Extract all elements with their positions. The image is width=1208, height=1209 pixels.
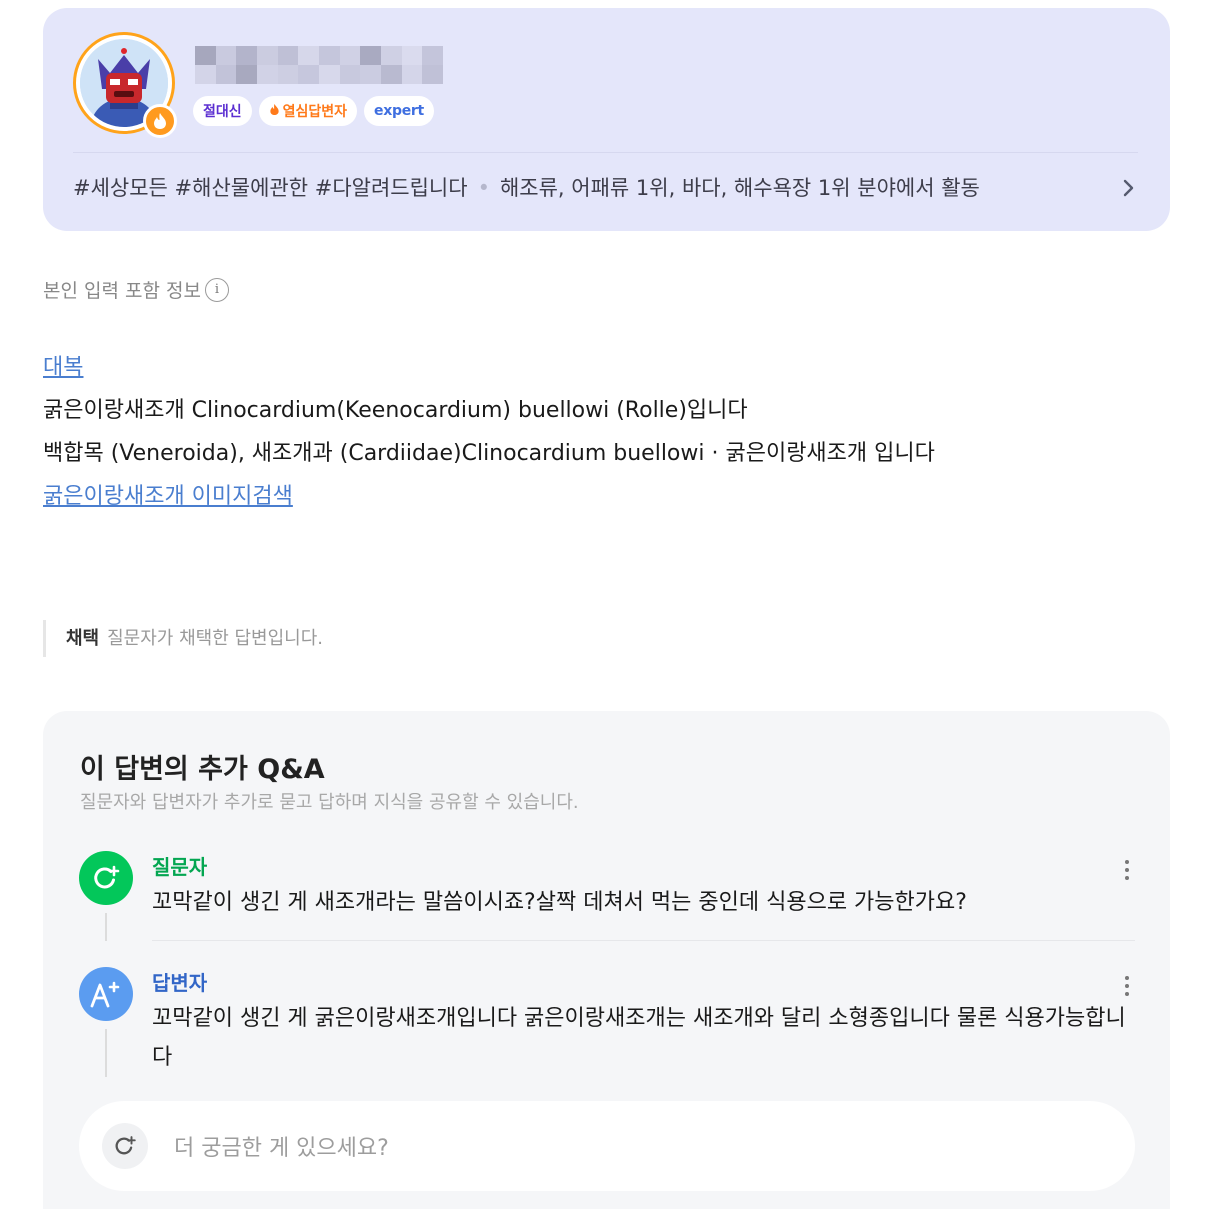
accepted-tag: 채택 <box>66 628 100 649</box>
badge-grade-label: 절대신 <box>203 104 242 120</box>
more-options-icon[interactable] <box>1117 973 1137 999</box>
profile-card[interactable]: 절대신 열심답변자 expert #세상모든 #해산물에관한 #다알려드립니다 •… <box>43 8 1170 231</box>
answer-image-search-link[interactable]: 굵은이랑새조개 이미지검색 <box>43 475 1163 518</box>
accepted-text: 질문자가 채택한 답변입니다. <box>107 628 324 649</box>
username-blurred <box>195 46 443 84</box>
qa-entry-question: 질문자 꼬막같이 생긴 게 새조개라는 말씀이시죠?살짝 데쳐서 먹는 중인데 … <box>79 851 1137 941</box>
profile-avatar[interactable] <box>73 32 177 138</box>
qa-entry-answer: 답변자 꼬막같이 생긴 게 굵은이랑새조개입니다 굵은이랑새조개는 새조개와 달… <box>79 967 1137 1077</box>
thread-line <box>105 913 107 941</box>
answerer-a-plus-icon <box>90 981 120 1008</box>
answerer-avatar <box>79 967 133 1021</box>
info-icon[interactable]: i <box>204 277 229 302</box>
profile-rank: 해조류, 어패류 1위, 바다, 해수욕장 1위 분야에서 활동 <box>499 176 980 200</box>
badge-grade: 절대신 <box>193 96 252 126</box>
answer-body: 대복 굵은이랑새조개 Clinocardium(Keenocardium) bu… <box>43 346 1163 518</box>
flame-badge-icon <box>143 104 177 138</box>
additional-qa-panel: 이 답변의 추가 Q&A 질문자와 답변자가 추가로 묻고 답하며 지식을 공유… <box>43 711 1170 1209</box>
more-options-icon[interactable] <box>1117 857 1137 883</box>
asker-role: 질문자 <box>152 855 208 879</box>
ask-more-input[interactable]: 더 궁금한 게 있으세요? <box>79 1101 1135 1191</box>
qa-entry-divider <box>152 940 1135 941</box>
profile-tags: #세상모든 #해산물에관한 #다알려드립니다 <box>73 176 468 200</box>
asker-c-plus-icon <box>94 865 120 889</box>
badge-expert: expert <box>364 96 434 126</box>
dot-separator: • <box>477 176 490 200</box>
answerer-reply-text: 꼬막같이 생긴 게 굵은이랑새조개입니다 굵은이랑새조개는 새조개와 달리 소형… <box>152 1006 1126 1070</box>
ask-placeholder: 더 궁금한 게 있으세요? <box>174 1136 389 1161</box>
chevron-right-icon[interactable] <box>1116 176 1140 200</box>
accepted-marker: 채택 질문자가 채택한 답변입니다. <box>43 620 323 657</box>
asker-avatar <box>79 851 133 905</box>
text-fade <box>983 173 1053 203</box>
answer-line-1: 굵은이랑새조개 Clinocardium(Keenocardium) buell… <box>43 398 748 423</box>
answerer-role: 답변자 <box>152 971 208 995</box>
badge-expert-label: expert <box>374 103 424 119</box>
ask-c-plus-icon <box>102 1123 148 1169</box>
badge-active-answerer: 열심답변자 <box>258 96 358 126</box>
badge-list: 절대신 열심답변자 expert <box>193 96 434 126</box>
qa-subtitle: 질문자와 답변자가 추가로 묻고 답하며 지식을 공유할 수 있습니다. <box>80 792 579 813</box>
thread-line <box>105 1029 107 1077</box>
self-input-info: 본인 입력 포함 정보 i <box>43 276 229 303</box>
flame-icon <box>269 103 280 120</box>
qa-title: 이 답변의 추가 Q&A <box>80 754 325 785</box>
answer-line-2: 백합목 (Veneroida), 새조개과 (Cardiidae)Clinoca… <box>43 441 935 466</box>
question-text: 꼬막같이 생긴 게 새조개라는 말씀이시죠?살짝 데쳐서 먹는 중인데 식용으로… <box>152 890 967 915</box>
badge-active-answerer-label: 열심답변자 <box>282 104 348 120</box>
answer-link-top[interactable]: 대복 <box>43 346 1163 389</box>
card-divider <box>73 152 1138 153</box>
profile-description: #세상모든 #해산물에관한 #다알려드립니다 • 해조류, 어패류 1위, 바다, … <box>73 173 1053 203</box>
self-input-info-label: 본인 입력 포함 정보 <box>43 280 201 302</box>
